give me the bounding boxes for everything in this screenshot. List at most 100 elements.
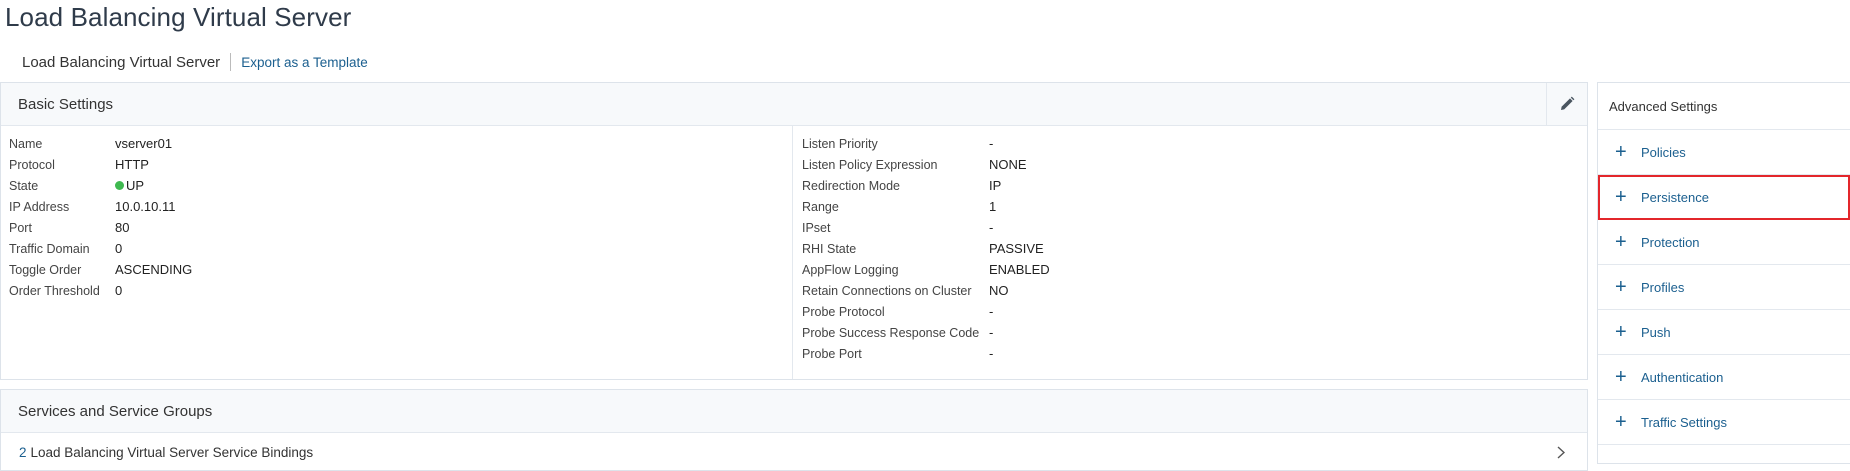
basic-settings-header: Basic Settings <box>1 83 1587 126</box>
field-value: PASSIVE <box>989 241 1044 256</box>
page-title: Load Balancing Virtual Server <box>5 2 352 32</box>
field-row: Probe Port - <box>802 343 1050 364</box>
advanced-item-protection[interactable]: + Protection <box>1598 220 1850 265</box>
field-value: - <box>989 325 994 340</box>
field-value: 10.0.10.11 <box>115 199 176 214</box>
field-label: IP Address <box>9 199 70 214</box>
field-row: Probe Protocol - <box>802 301 1050 322</box>
service-bindings-row[interactable]: 2 Load Balancing Virtual Server Service … <box>1 433 1587 471</box>
services-panel: Services and Service Groups 2 Load Balan… <box>0 389 1588 471</box>
field-value: - <box>989 304 994 319</box>
advanced-item-label: Policies <box>1641 144 1686 160</box>
field-row: AppFlow Logging ENABLED <box>802 259 1050 280</box>
field-value: vserver01 <box>115 136 173 151</box>
field-value: NONE <box>989 157 1027 172</box>
advanced-settings-title: Advanced Settings <box>1598 83 1850 130</box>
services-title: Services and Service Groups <box>18 402 213 420</box>
field-row-state: State UP <box>9 175 192 196</box>
basic-settings-right-column: Listen Priority - Listen Policy Expressio… <box>802 133 1050 364</box>
field-row: RHI State PASSIVE <box>802 238 1050 259</box>
advanced-item-traffic-settings[interactable]: + Traffic Settings <box>1598 400 1850 445</box>
field-value: - <box>989 346 994 361</box>
binding-label: Load Balancing Virtual Server Service Bi… <box>30 444 314 460</box>
plus-icon: + <box>1615 366 1627 388</box>
field-label: Range <box>802 199 839 214</box>
field-row: Retain Connections on Cluster NO <box>802 280 1050 301</box>
advanced-settings-panel: Advanced Settings + Policies + Persistence… <box>1597 82 1850 464</box>
column-divider <box>792 126 793 379</box>
field-row: Listen Policy Expression NONE <box>802 154 1050 175</box>
advanced-item-persistence[interactable]: + Persistence <box>1598 175 1850 220</box>
field-label: RHI State <box>802 241 857 256</box>
binding-count[interactable]: 2 <box>19 445 27 460</box>
field-row: IPset - <box>802 217 1050 238</box>
field-label: Retain Connections on Cluster <box>802 283 972 298</box>
field-label: Order Threshold <box>9 283 100 298</box>
pencil-icon <box>1561 96 1575 110</box>
advanced-item-label: Protection <box>1641 234 1700 250</box>
field-value: IP <box>989 178 1002 193</box>
field-value: ASCENDING <box>115 262 193 277</box>
basic-settings-panel: Basic Settings Name vserver01 Protocol HTT… <box>0 82 1588 380</box>
field-label: AppFlow Logging <box>802 262 899 277</box>
field-row-ip-address: IP Address 10.0.10.11 <box>9 196 192 217</box>
field-label: Probe Success Response Code <box>802 325 980 340</box>
state-value: UP <box>126 178 145 193</box>
plus-icon: + <box>1615 231 1627 253</box>
field-label: Toggle Order <box>9 262 82 277</box>
field-value: 0 <box>115 283 123 298</box>
field-label: State <box>9 178 39 193</box>
services-header: Services and Service Groups <box>1 390 1587 433</box>
field-value: HTTP <box>115 157 149 172</box>
plus-icon: + <box>1615 276 1627 298</box>
field-row: Redirection Mode IP <box>802 175 1050 196</box>
breadcrumb-current: Load Balancing Virtual Server <box>22 53 221 71</box>
field-value: - <box>989 136 994 151</box>
field-label: Listen Priority <box>802 136 878 151</box>
plus-icon: + <box>1615 411 1627 433</box>
plus-icon: + <box>1615 186 1627 208</box>
field-value: NO <box>989 283 1009 298</box>
advanced-item-profiles[interactable]: + Profiles <box>1598 265 1850 310</box>
field-label: Probe Port <box>802 346 862 361</box>
advanced-item-authentication[interactable]: + Authentication <box>1598 355 1850 400</box>
field-row-name: Name vserver01 <box>9 133 192 154</box>
chevron-right-icon <box>1557 446 1565 459</box>
field-value: - <box>989 220 994 235</box>
export-template-link[interactable]: Export as a Template <box>241 55 368 70</box>
advanced-item-policies[interactable]: + Policies <box>1598 130 1850 175</box>
field-row: Range 1 <box>802 196 1050 217</box>
field-value: UP <box>115 178 144 193</box>
field-label: IPset <box>802 220 831 235</box>
field-label: Redirection Mode <box>802 178 900 193</box>
field-row-toggle-order: Toggle Order ASCENDING <box>9 259 192 280</box>
field-label: Traffic Domain <box>9 241 90 256</box>
field-row-traffic-domain: Traffic Domain 0 <box>9 238 192 259</box>
field-row: Probe Success Response Code - <box>802 322 1050 343</box>
field-label: Port <box>9 220 32 235</box>
field-label: Listen Policy Expression <box>802 157 938 172</box>
advanced-item-push[interactable]: + Push <box>1598 310 1850 355</box>
field-value: 1 <box>989 199 997 214</box>
field-label: Protocol <box>9 157 55 172</box>
field-row-port: Port 80 <box>9 217 192 238</box>
advanced-item-label: Authentication <box>1641 369 1724 385</box>
field-row: Listen Priority - <box>802 133 1050 154</box>
basic-settings-left-column: Name vserver01 Protocol HTTP State UP IP Ad… <box>9 133 192 301</box>
edit-button[interactable] <box>1546 83 1587 125</box>
breadcrumb-separator <box>230 53 232 71</box>
field-row-protocol: Protocol HTTP <box>9 154 192 175</box>
status-up-icon <box>115 181 124 191</box>
advanced-item-label: Push <box>1641 324 1671 340</box>
field-row-order-threshold: Order Threshold 0 <box>9 280 192 301</box>
field-value: 80 <box>115 220 130 235</box>
plus-icon: + <box>1615 321 1627 343</box>
field-value: ENABLED <box>989 262 1050 277</box>
field-label: Name <box>9 136 43 151</box>
breadcrumb: Load Balancing Virtual Server Export as … <box>22 53 368 71</box>
field-value: 0 <box>115 241 123 256</box>
advanced-item-label: Traffic Settings <box>1641 414 1727 430</box>
advanced-item-label: Persistence <box>1641 189 1709 205</box>
advanced-item-label: Profiles <box>1641 279 1685 295</box>
plus-icon: + <box>1615 141 1627 163</box>
